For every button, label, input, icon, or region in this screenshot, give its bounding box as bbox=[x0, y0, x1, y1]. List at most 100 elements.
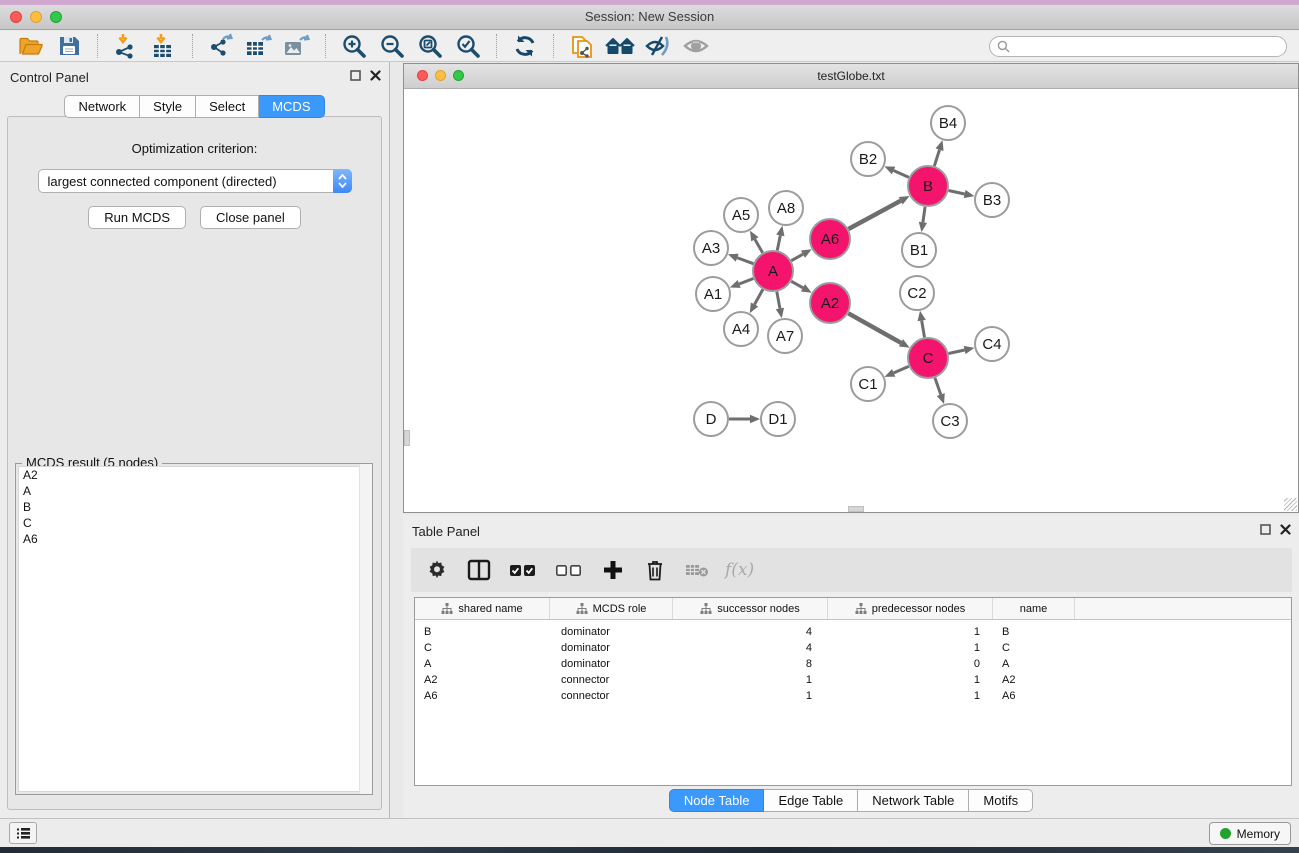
search-field[interactable] bbox=[989, 36, 1287, 57]
deselect-all-checkboxes-icon[interactable] bbox=[553, 556, 585, 584]
table-row[interactable]: A6connector11A6 bbox=[415, 688, 1291, 704]
result-item[interactable]: A bbox=[19, 483, 369, 499]
table-cell[interactable]: 0 bbox=[828, 658, 993, 670]
column-header-successor-nodes[interactable]: successor nodes bbox=[673, 598, 828, 619]
table-cell[interactable]: A bbox=[415, 658, 550, 670]
run-mcds-button[interactable]: Run MCDS bbox=[88, 206, 186, 229]
table-row[interactable]: Adominator80A bbox=[415, 656, 1291, 672]
result-scrollbar[interactable] bbox=[359, 464, 372, 794]
table-cell[interactable]: A bbox=[993, 658, 1075, 670]
window-resize-grip[interactable] bbox=[1284, 498, 1297, 511]
network-canvas[interactable]: B4B2BB3A5A8A6A3B1AA1C2A2A4A7C4CC1C3DD1 bbox=[404, 90, 1298, 512]
show-panels-button[interactable] bbox=[9, 822, 37, 844]
tab-style[interactable]: Style bbox=[140, 95, 196, 118]
zoom-fit-icon[interactable] bbox=[414, 32, 446, 60]
memory-button[interactable]: Memory bbox=[1209, 822, 1291, 845]
criterion-dropdown[interactable]: largest connected component (directed) bbox=[38, 169, 352, 193]
delete-column-icon[interactable] bbox=[641, 556, 669, 584]
close-panel-button[interactable]: Close panel bbox=[200, 206, 301, 229]
graph-edge[interactable] bbox=[949, 190, 965, 194]
delete-table-icon[interactable] bbox=[683, 556, 711, 584]
result-item[interactable]: B bbox=[19, 499, 369, 515]
graph-edge[interactable] bbox=[934, 150, 939, 166]
tab-network-table[interactable]: Network Table bbox=[858, 789, 969, 812]
refresh-icon[interactable] bbox=[509, 32, 541, 60]
graph-edge[interactable] bbox=[848, 201, 900, 229]
hide-selected-icon[interactable] bbox=[642, 32, 674, 60]
clone-network-icon[interactable] bbox=[566, 32, 598, 60]
select-all-checkboxes-icon[interactable] bbox=[507, 556, 539, 584]
tab-node-table[interactable]: Node Table bbox=[669, 789, 765, 812]
network-window-titlebar[interactable]: testGlobe.txt bbox=[404, 64, 1298, 89]
tab-mcds[interactable]: MCDS bbox=[259, 95, 324, 118]
export-network-icon[interactable] bbox=[205, 32, 237, 60]
first-neighbors-icon[interactable] bbox=[604, 32, 636, 60]
table-cell[interactable]: A2 bbox=[415, 674, 550, 686]
graph-edge[interactable] bbox=[949, 350, 965, 354]
import-table-icon[interactable] bbox=[148, 32, 180, 60]
graph-edge[interactable] bbox=[755, 239, 763, 252]
table-cell[interactable]: dominator bbox=[550, 658, 673, 670]
graph-edge[interactable] bbox=[923, 207, 925, 222]
table-cell[interactable]: C bbox=[993, 642, 1075, 654]
table-cell[interactable]: dominator bbox=[550, 626, 673, 638]
export-table-icon[interactable] bbox=[243, 32, 275, 60]
export-image-icon[interactable] bbox=[281, 32, 313, 60]
table-cell[interactable]: A2 bbox=[993, 674, 1075, 686]
table-cell[interactable]: 1 bbox=[828, 626, 993, 638]
graph-edge[interactable] bbox=[755, 289, 763, 304]
table-cell[interactable]: B bbox=[415, 626, 550, 638]
table-cell[interactable]: A6 bbox=[993, 690, 1075, 702]
zoom-in-icon[interactable] bbox=[338, 32, 370, 60]
column-header-mcds-role[interactable]: MCDS role bbox=[550, 598, 673, 619]
graph-edge[interactable] bbox=[777, 292, 780, 309]
graph-edge[interactable] bbox=[894, 366, 909, 373]
table-cell[interactable]: B bbox=[993, 626, 1075, 638]
zoom-out-icon[interactable] bbox=[376, 32, 408, 60]
table-row[interactable]: Cdominator41C bbox=[415, 640, 1291, 656]
graph-edge[interactable] bbox=[739, 279, 753, 284]
table-cell[interactable]: A6 bbox=[415, 690, 550, 702]
table-cell[interactable]: 1 bbox=[673, 674, 828, 686]
graph-edge[interactable] bbox=[777, 235, 780, 250]
graph-edge[interactable] bbox=[935, 378, 941, 395]
float-panel-icon[interactable] bbox=[350, 70, 361, 81]
result-item[interactable]: A2 bbox=[19, 467, 369, 483]
table-settings-gear-icon[interactable] bbox=[423, 556, 451, 584]
open-file-icon[interactable] bbox=[15, 32, 47, 60]
show-all-icon[interactable] bbox=[680, 32, 712, 60]
graph-edge[interactable] bbox=[894, 170, 909, 177]
table-cell[interactable]: 8 bbox=[673, 658, 828, 670]
tab-network[interactable]: Network bbox=[64, 95, 140, 118]
table-cell[interactable]: 4 bbox=[673, 626, 828, 638]
result-item[interactable]: C bbox=[19, 515, 369, 531]
function-builder-button[interactable]: f(x) bbox=[725, 560, 754, 580]
table-cell[interactable]: 4 bbox=[673, 642, 828, 654]
table-cell[interactable]: 1 bbox=[673, 690, 828, 702]
graph-edge[interactable] bbox=[848, 313, 901, 343]
table-row[interactable]: A2connector11A2 bbox=[415, 672, 1291, 688]
close-panel-icon[interactable] bbox=[370, 70, 381, 81]
column-header-shared-name[interactable]: shared name bbox=[415, 598, 550, 619]
search-input[interactable] bbox=[1010, 38, 1279, 54]
column-header-name[interactable]: name bbox=[993, 598, 1075, 619]
table-cell[interactable]: connector bbox=[550, 674, 673, 686]
table-cell[interactable]: 1 bbox=[828, 690, 993, 702]
graph-edge[interactable] bbox=[791, 281, 803, 288]
table-cell[interactable]: 1 bbox=[828, 642, 993, 654]
close-table-panel-icon[interactable] bbox=[1280, 524, 1291, 535]
table-cell[interactable]: connector bbox=[550, 690, 673, 702]
import-network-icon[interactable] bbox=[110, 32, 142, 60]
table-cell[interactable]: 1 bbox=[828, 674, 993, 686]
graph-edge[interactable] bbox=[737, 258, 753, 264]
result-item[interactable]: A6 bbox=[19, 531, 369, 547]
tab-edge-table[interactable]: Edge Table bbox=[764, 789, 858, 812]
save-session-icon[interactable] bbox=[53, 32, 85, 60]
column-view-icon[interactable] bbox=[465, 556, 493, 584]
table-cell[interactable]: C bbox=[415, 642, 550, 654]
add-column-icon[interactable] bbox=[599, 556, 627, 584]
table-cell[interactable]: dominator bbox=[550, 642, 673, 654]
graph-edge[interactable] bbox=[791, 254, 803, 261]
tab-select[interactable]: Select bbox=[196, 95, 259, 118]
float-table-panel-icon[interactable] bbox=[1260, 524, 1271, 535]
